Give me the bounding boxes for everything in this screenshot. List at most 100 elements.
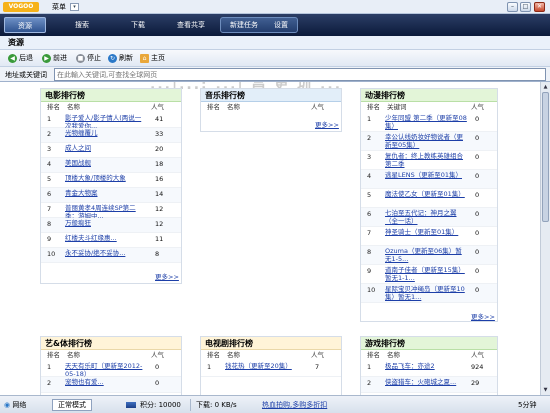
row-rank: 1 (47, 363, 52, 371)
row-title-link[interactable]: 天天有乐町（更新至2012-05-18） (65, 362, 145, 377)
table-row: 4 美国战舰 18 (41, 158, 181, 173)
signal-bar-icon (126, 402, 136, 408)
music-panel-title: 音乐排行榜 (201, 89, 341, 102)
promo-link[interactable]: 热血拍购,多购多折扣 (262, 396, 327, 413)
music-more-link[interactable]: 更多>> (315, 119, 339, 129)
close-button[interactable]: ✕ (534, 2, 545, 12)
tab-download[interactable]: 下载 (118, 17, 158, 33)
row-title-link[interactable]: 复仇者：终上教练英雄组合 第二季 (385, 152, 467, 168)
music-ranking-panel: 音乐排行榜 排名 名称 人气 更多>> (200, 88, 342, 132)
table-row: 10 星际宝贝冲绳岛（更新至10集）暂无1... 0 (361, 284, 497, 303)
variety-ranking-panel: 艺&体排行榜 排名 名称 人气 1 天天有乐町（更新至2012-05-18） 0 2 宠… (40, 336, 182, 395)
mode-button[interactable]: 正常模式 (52, 399, 92, 411)
table-row: 5 顶楼大象/顶楼的大象 16 (41, 173, 181, 188)
stop-button[interactable]: ■ 停止 (76, 53, 101, 64)
scroll-down-icon[interactable]: ▼ (542, 386, 549, 394)
row-title-link[interactable]: 神圣骑士（更新至01集） (385, 228, 467, 236)
address-input[interactable] (54, 68, 546, 81)
row-title-link[interactable]: 侠盗猎车：火砲城之夏... (385, 378, 465, 386)
movie-column-header: 排名 名称 人气 (41, 102, 181, 113)
col-rank: 排名 (207, 351, 220, 359)
row-title-link[interactable]: 万般痴狂 (65, 219, 145, 227)
row-title-link[interactable]: 永不妥协/绝不妥协... (65, 249, 145, 257)
back-button[interactable]: ◀ 后退 (8, 53, 33, 64)
row-hot-count: 0 (475, 248, 480, 256)
row-title-link[interactable]: Ozuma（更新至06集）暂无1-5... (385, 247, 467, 263)
tab-search[interactable]: 搜索 (62, 17, 102, 33)
row-title-link[interactable]: 红楼夫斗红缘惠... (65, 234, 145, 242)
row-rank: 8 (367, 248, 372, 256)
row-title-link[interactable]: 顶楼大象/顶楼的大象 (65, 174, 145, 182)
row-rank: 4 (47, 160, 52, 168)
col-name: 名称 (67, 103, 80, 111)
row-hot-count: 12 (155, 205, 164, 213)
movie-more-link[interactable]: 更多>> (155, 271, 179, 281)
table-row: 10 永不妥协/绝不妥协... 8 (41, 248, 181, 263)
row-hot-count: 20 (155, 145, 164, 153)
row-rank: 2 (367, 134, 372, 142)
tab-view-share[interactable]: 查看共享 (168, 17, 214, 33)
row-hot-count: 18 (155, 160, 164, 168)
row-title-link[interactable]: 美国战舰 (65, 159, 145, 167)
table-row: 7 神圣骑士（更新至01集） 0 (361, 227, 497, 246)
scroll-thumb[interactable] (542, 92, 549, 222)
tab-settings[interactable]: 设置 (266, 17, 296, 33)
back-arrow-icon: ◀ (8, 54, 17, 63)
row-title-link[interactable]: 魔法使乙女（更新至01集） (385, 190, 467, 198)
row-title-link[interactable]: 光物缠覆儿 (65, 129, 145, 137)
row-title-link[interactable]: 宠物也有爱... (65, 378, 145, 386)
table-row: 6 七泊至五代记：神月之翼（全一话） 0 (361, 208, 497, 227)
col-rank: 排名 (47, 351, 60, 359)
col-keyword: 关键词 (387, 103, 407, 111)
minimize-button[interactable]: – (507, 2, 518, 12)
tv-ranking-panel: 电视剧排行榜 排名 名称 人气 1 钱花热（更新至20集） 7 (200, 336, 342, 395)
row-hot-count: 7 (315, 363, 320, 371)
table-row: 2 宠物也有爱... 0 (41, 377, 181, 393)
row-title-link[interactable]: 逃星LENS（更新至01集） (385, 171, 467, 179)
row-rank: 4 (367, 172, 372, 180)
anime-more-link[interactable]: 更多>> (471, 311, 495, 321)
row-rank: 6 (367, 210, 372, 218)
row-rank: 1 (367, 363, 372, 371)
forward-button[interactable]: ▶ 前进 (42, 53, 67, 64)
menu-button[interactable]: 菜单 (52, 2, 66, 12)
scroll-up-icon[interactable]: ▲ (542, 83, 549, 91)
row-rank: 1 (367, 115, 372, 123)
row-rank: 2 (367, 379, 372, 387)
row-title-link[interactable]: 影子爱人/影子情人(两说一次我爱你... (65, 114, 145, 128)
row-title-link[interactable]: 极品飞车：亦途2 (385, 362, 465, 370)
row-title-link[interactable]: 少年同盟 第二季（更新至08集） (385, 114, 467, 130)
row-rank: 8 (47, 220, 52, 228)
tab-new-task[interactable]: 新建任务 (224, 17, 264, 33)
title-bar: VOGOO 菜单 ▾ – □ ✕ (0, 0, 550, 14)
row-title-link[interactable]: 七泊至五代记：神月之翼（全一话） (385, 209, 467, 225)
col-hot: 人气 (311, 103, 324, 111)
menu-dropdown-icon[interactable]: ▾ (70, 3, 79, 11)
col-name: 名称 (227, 351, 240, 359)
row-title-link[interactable]: 成人之间 (65, 144, 145, 152)
tab-resources[interactable]: 资源 (4, 17, 46, 33)
row-title-link[interactable]: 青金大物案 (65, 189, 145, 197)
row-title-link[interactable]: 道南子佳者（更新至15集）暂无1-1... (385, 266, 467, 282)
row-title-link[interactable]: 钱花热（更新至20集） (225, 362, 305, 370)
anime-list: 1 少年同盟 第二季（更新至08集） 0 2 幸公认线奶妆好物说者（更新至05集） 0 3 复… (361, 113, 497, 303)
back-label: 后退 (19, 54, 33, 62)
app-logo: VOGOO (3, 2, 39, 12)
home-button[interactable]: ⌂ 主页 (140, 53, 165, 64)
refresh-button[interactable]: ↻ 刷新 (108, 53, 133, 64)
col-rank: 排名 (47, 103, 60, 111)
main-tab-bar: 资源 搜索 下载 查看共享 新建任务 设置 (0, 14, 550, 36)
movie-ranking-panel: 电影排行榜 排名 名称 人气 1 影子爱人/影子情人(两说一次我爱你... 41 2 光… (40, 88, 182, 284)
row-title-link[interactable]: 普丽黄孝4周连续SP第二季：游姆中... (65, 204, 145, 218)
row-title-link[interactable]: 星际宝贝冲绳岛（更新至10集）暂无1... (385, 285, 467, 301)
game-ranking-panel: 游戏排行榜 排名 名称 人气 1 极品飞车：亦途2 924 2 侠盗猎车：火砲城之夏..… (360, 336, 498, 395)
row-rank: 2 (47, 130, 52, 138)
row-rank: 3 (47, 145, 52, 153)
vertical-scrollbar[interactable]: ▲ ▼ (540, 82, 550, 395)
maximize-button[interactable]: □ (520, 2, 531, 12)
col-name: 名称 (67, 351, 80, 359)
row-hot-count: 0 (475, 210, 480, 218)
status-divider (190, 399, 191, 411)
page-title: 资源 (0, 36, 550, 50)
row-title-link[interactable]: 幸公认线奶妆好物说者（更新至05集） (385, 133, 467, 149)
